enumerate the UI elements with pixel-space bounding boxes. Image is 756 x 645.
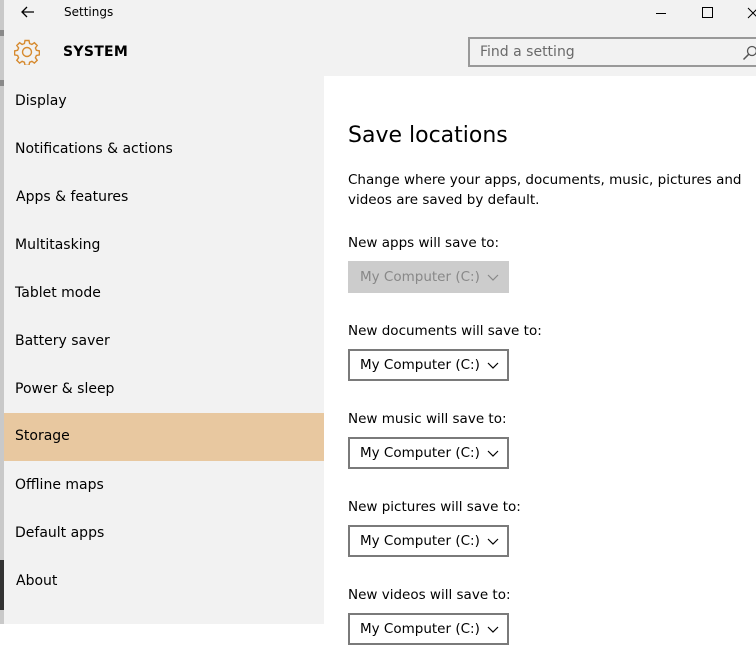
maximize-icon	[684, 0, 730, 28]
videos-save-dropdown[interactable]: My Computer (C:)	[348, 613, 509, 645]
music-save-dropdown[interactable]: My Computer (C:)	[348, 437, 509, 469]
chevron-down-icon	[487, 626, 499, 634]
dropdown-value: My Computer (C:)	[360, 621, 480, 637]
chevron-down-icon	[487, 450, 499, 458]
apps-save-dropdown: My Computer (C:)	[348, 261, 509, 293]
sidebar-item-label: Apps & features	[16, 189, 128, 205]
sidebar-item-power-sleep[interactable]: Power & sleep	[4, 366, 324, 414]
sidebar-item-storage[interactable]: Storage	[4, 413, 324, 461]
sidebar-item-tablet-mode[interactable]: Tablet mode	[4, 270, 324, 318]
music-save-label: New music will save to:	[348, 411, 507, 427]
chevron-down-icon	[487, 538, 499, 546]
chevron-down-icon	[487, 274, 499, 282]
page-title: Save locations	[348, 123, 508, 148]
sidebar-item-notifications[interactable]: Notifications & actions	[4, 126, 324, 174]
sidebar-item-multitasking[interactable]: Multitasking	[4, 222, 324, 270]
documents-save-dropdown[interactable]: My Computer (C:)	[348, 349, 509, 381]
sidebar-item-label: Power & sleep	[15, 381, 114, 397]
sidebar-item-offline-maps[interactable]: Offline maps	[4, 462, 324, 510]
sidebar-item-label: Offline maps	[15, 477, 104, 493]
dropdown-value: My Computer (C:)	[360, 357, 480, 373]
sidebar-item-label: About	[16, 573, 57, 589]
sidebar-item-default-apps[interactable]: Default apps	[4, 510, 324, 558]
title-bar: Settings	[4, 0, 756, 28]
sidebar-item-label: Multitasking	[15, 237, 100, 253]
sidebar-item-display[interactable]: Display	[4, 78, 324, 126]
dropdown-value: My Computer (C:)	[360, 445, 480, 461]
gear-icon	[14, 39, 40, 65]
dropdown-value: My Computer (C:)	[360, 533, 480, 549]
search-input[interactable]	[480, 44, 730, 60]
chevron-down-icon	[487, 362, 499, 370]
window-title: Settings	[64, 5, 113, 19]
sidebar-item-label: Default apps	[15, 525, 104, 541]
page-header: SYSTEM	[4, 28, 756, 76]
sidebar-item-label: Display	[15, 93, 67, 109]
close-button[interactable]	[730, 0, 756, 28]
back-button[interactable]	[14, 2, 42, 24]
videos-save-label: New videos will save to:	[348, 587, 511, 603]
section-title: SYSTEM	[63, 44, 128, 60]
main-content: Save locations Change where your apps, d…	[324, 76, 756, 624]
documents-save-label: New documents will save to:	[348, 323, 542, 339]
sidebar-item-label: Storage	[15, 428, 70, 444]
minimize-button[interactable]	[638, 0, 684, 28]
search-box[interactable]	[468, 37, 756, 67]
sidebar-item-about[interactable]: About	[4, 558, 324, 606]
search-icon[interactable]	[742, 45, 756, 61]
maximize-button[interactable]	[684, 0, 730, 28]
page-description: Change where your apps, documents, music…	[348, 170, 748, 210]
sidebar: Display Notifications & actions Apps & f…	[4, 76, 324, 624]
pictures-save-dropdown[interactable]: My Computer (C:)	[348, 525, 509, 557]
sidebar-item-label: Notifications & actions	[15, 141, 173, 157]
dropdown-value: My Computer (C:)	[360, 269, 480, 285]
pictures-save-label: New pictures will save to:	[348, 499, 521, 515]
close-icon	[730, 0, 756, 28]
sidebar-item-label: Tablet mode	[15, 285, 101, 301]
sidebar-item-label: Battery saver	[15, 333, 110, 349]
back-arrow-icon	[21, 6, 35, 18]
sidebar-item-apps-features[interactable]: Apps & features	[4, 174, 324, 222]
minimize-icon	[638, 0, 684, 28]
sidebar-item-battery-saver[interactable]: Battery saver	[4, 318, 324, 366]
apps-save-label: New apps will save to:	[348, 235, 499, 251]
